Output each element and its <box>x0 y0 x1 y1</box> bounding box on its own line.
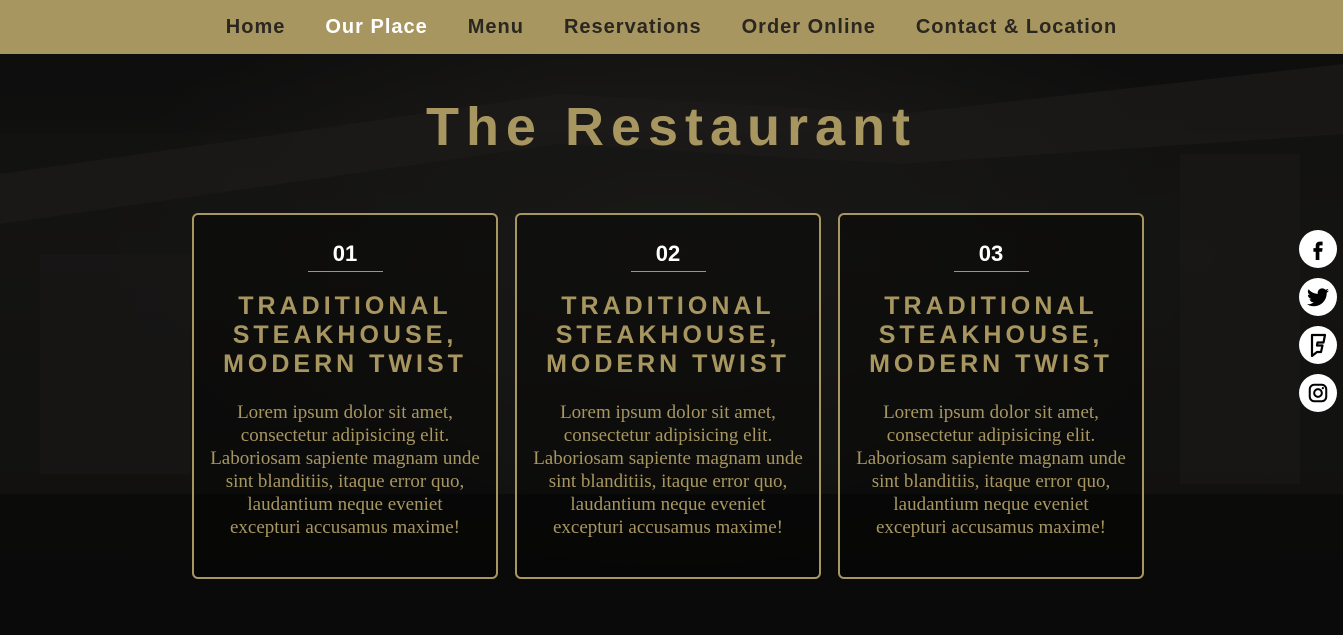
card-divider <box>307 271 383 272</box>
nav-item-menu[interactable]: Menu <box>448 0 544 54</box>
feature-card: 01 TRADITIONAL STEAKHOUSE, MODERN TWIST … <box>192 213 498 579</box>
card-heading: TRADITIONAL STEAKHOUSE, MODERN TWIST <box>546 292 790 378</box>
nav-item-order-online[interactable]: Order Online <box>722 0 896 54</box>
section-title: The Restaurant <box>425 97 918 157</box>
social-links <box>1299 230 1337 412</box>
card-number: 02 <box>655 241 681 266</box>
feature-card: 03 TRADITIONAL STEAKHOUSE, MODERN TWIST … <box>838 213 1144 579</box>
facebook-link[interactable] <box>1299 230 1337 268</box>
foursquare-link[interactable] <box>1299 326 1337 364</box>
card-heading: TRADITIONAL STEAKHOUSE, MODERN TWIST <box>223 292 467 378</box>
card-text: Lorem ipsum dolor sit amet, consectetur … <box>210 402 480 538</box>
twitter-icon <box>1307 288 1329 307</box>
nav-item-reservations[interactable]: Reservations <box>544 0 722 54</box>
feature-card: 02 TRADITIONAL STEAKHOUSE, MODERN TWIST … <box>515 213 821 579</box>
nav-item-home[interactable]: Home <box>206 0 306 54</box>
foursquare-icon <box>1310 333 1327 357</box>
instagram-link[interactable] <box>1299 374 1337 412</box>
card-text: Lorem ipsum dolor sit amet, consectetur … <box>856 402 1126 538</box>
feature-cards: 01 TRADITIONAL STEAKHOUSE, MODERN TWIST … <box>192 213 1144 579</box>
card-heading: TRADITIONAL STEAKHOUSE, MODERN TWIST <box>869 292 1113 378</box>
facebook-icon <box>1313 241 1323 260</box>
main-nav: Home Our Place Menu Reservations Order O… <box>0 0 1343 54</box>
card-number: 03 <box>978 241 1004 266</box>
nav-item-contact-location[interactable]: Contact & Location <box>896 0 1137 54</box>
page: Home Our Place Menu Reservations Order O… <box>0 0 1343 635</box>
card-divider <box>630 271 706 272</box>
card-text: Lorem ipsum dolor sit amet, consectetur … <box>533 402 803 538</box>
card-divider <box>953 271 1029 272</box>
nav-item-our-place[interactable]: Our Place <box>305 0 447 54</box>
card-number: 01 <box>332 241 358 266</box>
twitter-link[interactable] <box>1299 278 1337 316</box>
instagram-icon <box>1308 383 1328 403</box>
